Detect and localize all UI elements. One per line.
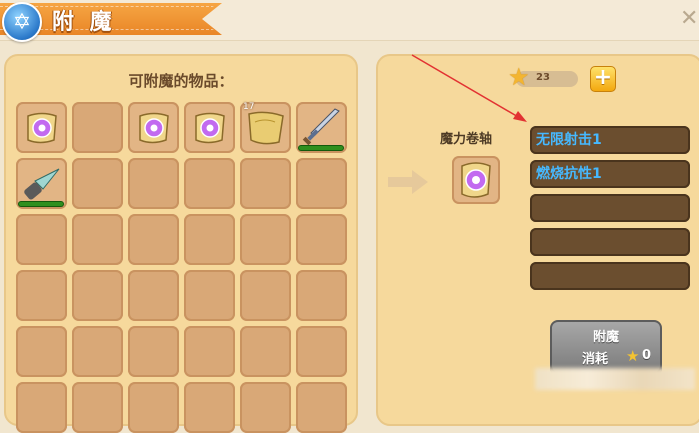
close-icon[interactable]: ✕ — [680, 6, 699, 32]
scroll-label: 魔力卷轴 — [440, 132, 493, 147]
item-quantity: 17 — [243, 102, 255, 112]
star-icon: ★ — [508, 63, 530, 91]
item-slot[interactable] — [16, 270, 67, 321]
item-slot[interactable]: 17 — [240, 102, 291, 153]
item-slot[interactable] — [184, 158, 235, 209]
item-slot[interactable] — [240, 214, 291, 265]
magic-scroll-icon — [16, 102, 67, 153]
item-slot[interactable] — [16, 326, 67, 377]
item-slot[interactable] — [184, 214, 235, 265]
item-slot[interactable] — [184, 382, 235, 433]
enchantment-row[interactable]: 无限射击1 — [530, 126, 690, 154]
enchant-button[interactable]: 附魔 消耗 ★ 0 — [550, 320, 662, 374]
enchantment-row[interactable] — [530, 262, 690, 290]
item-slot[interactable] — [16, 382, 67, 433]
item-slot[interactable] — [184, 102, 235, 153]
item-slot[interactable] — [128, 326, 179, 377]
item-slot[interactable] — [16, 214, 67, 265]
enchantment-row[interactable] — [530, 194, 690, 222]
durability-bar — [19, 202, 63, 206]
star-count: 23 — [536, 72, 550, 83]
page-title: 附 魔 — [52, 10, 116, 35]
item-slot[interactable] — [240, 270, 291, 321]
item-slot[interactable] — [296, 214, 347, 265]
durability-bar — [299, 146, 343, 150]
item-slot[interactable] — [296, 158, 347, 209]
add-stars-button[interactable]: + — [590, 66, 616, 92]
item-slot[interactable] — [128, 102, 179, 153]
item-slot[interactable] — [72, 382, 123, 433]
item-slot[interactable] — [128, 214, 179, 265]
item-slot[interactable] — [72, 214, 123, 265]
item-slot[interactable] — [72, 270, 123, 321]
item-slot[interactable] — [128, 270, 179, 321]
selected-item-slot[interactable] — [452, 156, 500, 204]
magic-scroll-icon — [184, 102, 235, 153]
item-slot[interactable] — [296, 270, 347, 321]
item-slot[interactable] — [296, 102, 347, 153]
item-slot[interactable] — [184, 270, 235, 321]
item-slot[interactable] — [72, 102, 123, 153]
star-icon: ★ — [626, 347, 640, 365]
item-slot[interactable] — [296, 326, 347, 377]
magic-scroll-icon — [461, 162, 491, 198]
magic-scroll-icon — [128, 102, 179, 153]
star-of-david-icon: ✡ — [2, 2, 42, 42]
enchantment-row[interactable]: 燃烧抗性1 — [530, 160, 690, 188]
item-slot[interactable] — [296, 382, 347, 433]
item-slot[interactable] — [240, 326, 291, 377]
enchantment-list: 无限射击1 燃烧抗性1 — [530, 126, 690, 296]
enchantable-items-panel: 可附魔的物品： 17 — [4, 54, 358, 433]
arrow-right-icon — [388, 170, 428, 194]
item-slot[interactable] — [184, 326, 235, 377]
item-slot[interactable] — [240, 382, 291, 433]
item-slot[interactable] — [128, 158, 179, 209]
blurred-watermark — [535, 368, 695, 390]
item-slot[interactable] — [16, 158, 67, 209]
item-slot[interactable] — [72, 158, 123, 209]
enchantment-row[interactable] — [530, 228, 690, 256]
enchant-button-label: 附魔 — [592, 330, 619, 345]
item-slot[interactable] — [72, 326, 123, 377]
panel-title: 可附魔的物品： — [128, 72, 234, 90]
item-slot[interactable] — [240, 158, 291, 209]
item-grid: 17 — [16, 102, 347, 433]
item-slot[interactable] — [128, 382, 179, 433]
cost-value: 0 — [642, 348, 652, 363]
item-slot[interactable] — [16, 102, 67, 153]
cost-label: 消耗 — [582, 352, 609, 367]
